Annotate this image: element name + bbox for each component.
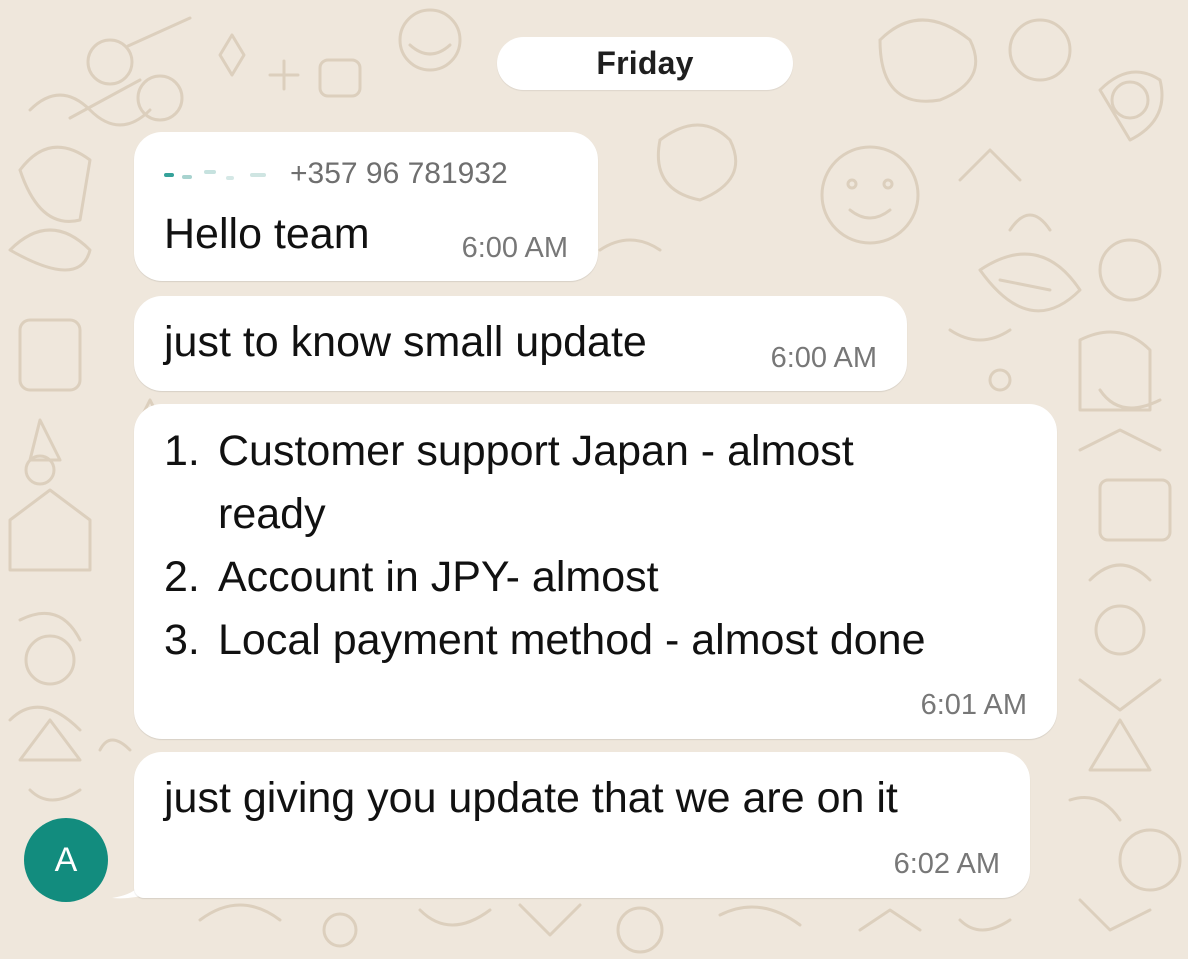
sender-row: +357 96 781932	[164, 156, 508, 192]
list-item: 1. Customer support Japan - almost ready	[164, 420, 1038, 546]
list-item-number: 3.	[164, 616, 200, 664]
list-item-text: Local payment method - almost done	[218, 616, 926, 664]
message-time: 6:00 AM	[461, 232, 568, 264]
message-text: just to know small update	[164, 318, 647, 366]
message-time: 6:01 AM	[920, 689, 1027, 721]
date-label: Friday	[596, 45, 694, 81]
avatar[interactable]: A	[24, 818, 108, 902]
date-separator: Friday	[497, 37, 793, 90]
sender-name-redacted	[164, 161, 282, 187]
list-item-text: Customer support Japan - almost ready	[218, 427, 854, 538]
list-item-number: 1.	[164, 427, 200, 475]
message-bubble[interactable]: +357 96 781932 Hello team 6:00 AM	[134, 132, 598, 281]
sender-phone[interactable]: +357 96 781932	[290, 157, 508, 191]
avatar-initial: A	[54, 840, 78, 879]
list-item: 3. Local payment method - almost done	[164, 609, 1038, 672]
message-text: just giving you update that we are on it	[164, 774, 898, 822]
message-numbered-list: 1. Customer support Japan - almost ready …	[164, 420, 1038, 672]
list-item: 2. Account in JPY- almost	[164, 546, 1038, 609]
message-bubble[interactable]: just giving you update that we are on it…	[134, 752, 1030, 898]
message-bubble[interactable]: 1. Customer support Japan - almost ready …	[134, 404, 1057, 739]
message-time: 6:00 AM	[770, 342, 877, 374]
message-bubble[interactable]: just to know small update 6:00 AM	[134, 296, 907, 391]
message-text: Hello team	[164, 210, 370, 258]
list-item-text: Account in JPY- almost	[218, 553, 659, 601]
list-item-number: 2.	[164, 553, 200, 601]
message-time: 6:02 AM	[893, 848, 1000, 880]
